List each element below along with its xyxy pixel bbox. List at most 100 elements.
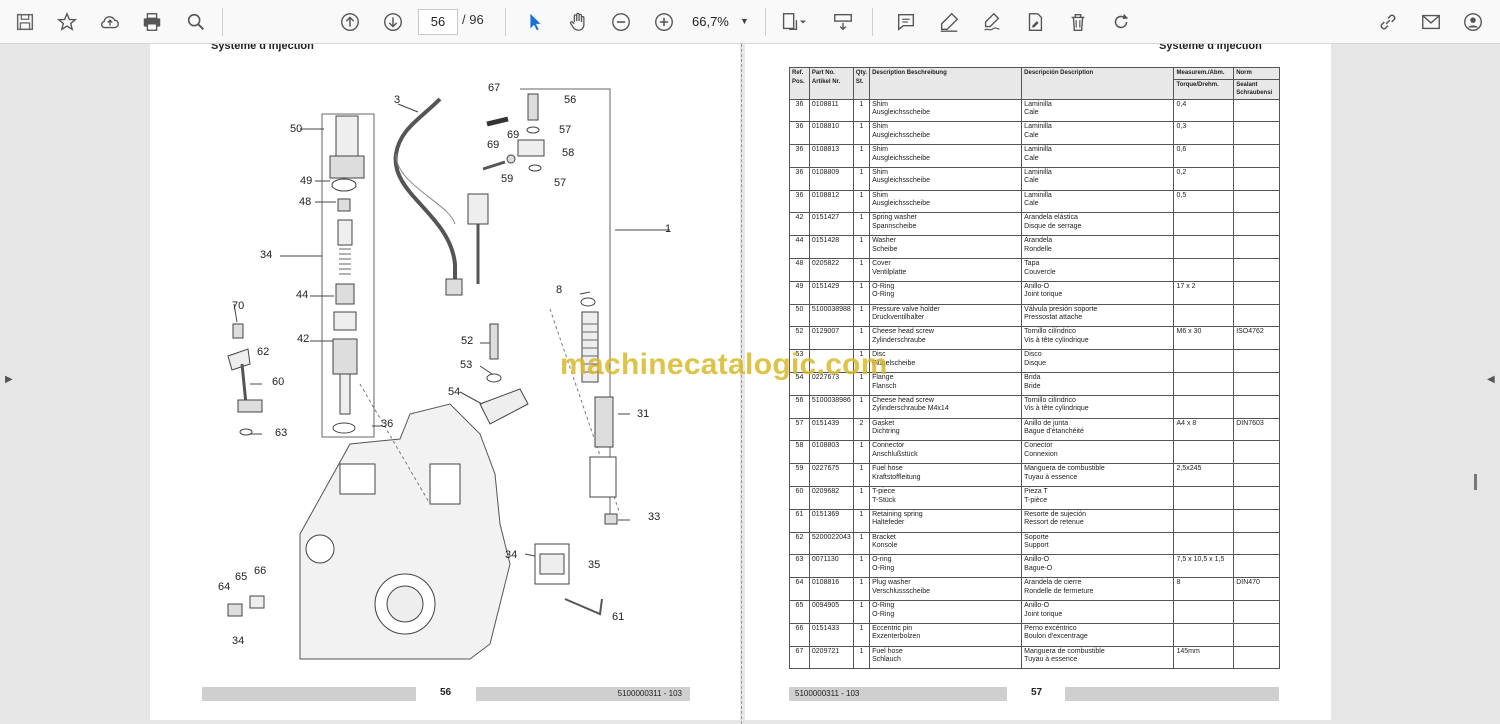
cell-description-es-line2: Tuyau à essence [1024,473,1078,481]
cell-part-no: 0108811 [808,98,854,123]
callout-label: 58 [562,147,575,159]
zoom-out-icon[interactable] [606,7,636,37]
cell-description-es: Disco Disque [1021,349,1175,374]
bookmark-star-icon[interactable] [52,7,82,37]
cell-pos: 66 [789,622,810,647]
callout-label: 50 [290,123,303,135]
cell-description-en: O-ring O-Ring [869,554,1023,579]
cell-norm [1233,600,1280,624]
cell-qty: 1 [852,121,871,146]
cell-description-en-line1: Cheese head screw [872,396,934,404]
cell-description-en-line1: Connector [872,442,905,450]
cell-description-en-line1: Fuel hose [872,647,903,655]
cell-description-en: Disc Flügelscheibe [869,349,1023,374]
comment-icon[interactable] [891,7,921,37]
cell-description-es: Brida Bride [1021,372,1175,396]
upload-cloud-icon[interactable] [95,7,125,37]
cell-pos: 59 [789,463,810,488]
fit-dropdown-icon[interactable] [797,7,809,37]
page-number: 56 [440,687,452,698]
zoom-in-icon[interactable] [649,7,679,37]
cell-qty: 1 [852,166,871,191]
highlight-pen-icon[interactable] [934,7,964,37]
cell-norm [1233,554,1280,579]
share-link-icon[interactable] [1373,7,1403,37]
cell-description-es-line1: Arandela de cierre [1024,579,1082,587]
table-row: 52 0129007 1 Cheese head screw Zylinderschra… [789,326,1280,351]
callout-label: 70 [232,300,245,312]
callout-label: 57 [554,177,567,189]
rotate-redo-icon[interactable] [1106,7,1136,37]
select-cursor-icon[interactable] [520,7,550,37]
cell-part-no: 0151369 [808,508,854,533]
callout-label: 64 [218,581,231,593]
callout-label: 69 [487,139,500,151]
email-icon[interactable] [1416,7,1446,37]
cell-description-es: Válvula presión soporte Pressostat attach… [1021,303,1175,328]
callout-label: 44 [296,289,309,301]
cell-description-en-line1: Shim [872,123,889,131]
zoom-dropdown-icon[interactable]: ▼ [740,16,749,26]
cell-description-es-line1: Tapa [1024,260,1040,268]
cell-pos: 52 [789,326,810,351]
hand-tool-icon[interactable] [563,7,593,37]
cell-description-en: Eccentric pin Exzenterbolzen [869,622,1023,647]
cell-description-en-line2: Konsole [872,542,898,550]
cell-qty: 1 [852,577,871,602]
cell-description-en-line1: Spring washer [872,214,917,222]
doc-code: 5100000311 - 103 [476,687,690,701]
document-viewer[interactable]: ▶ ◀ Système d'injection 3 67 56 50 69 69… [0,44,1500,724]
cell-qty: 1 [852,645,871,670]
cell-description-es-line1: Válvula presión soporte [1024,305,1098,313]
cell-part-no: 0108812 [808,189,854,214]
cell-measure [1173,394,1235,419]
col-torque: Torque/Drehm. [1173,78,1235,100]
right-panel-toggle-icon[interactable]: ◀ [1487,374,1495,385]
cell-pos: 65 [789,600,810,624]
cell-part-no: 0071130 [808,554,854,579]
cell-description-en-line2: Ausgleichsscheibe [872,200,931,208]
draw-signature-icon[interactable] [977,7,1007,37]
fill-sign-icon[interactable] [1020,7,1050,37]
cell-norm [1233,144,1280,168]
cell-description-en-line2: Exzenterbolzen [872,633,921,641]
previous-page-icon[interactable] [335,7,365,37]
delete-trash-icon[interactable] [1063,7,1093,37]
save-icon[interactable] [10,7,40,37]
cell-description-es-line1: Laminilla [1024,146,1052,154]
cell-part-no: 0108810 [808,121,854,146]
cell-description-es-line1: Arandela [1024,237,1053,245]
col-measure: Measurem./Abm. [1173,67,1235,80]
cell-description-en: O-Ring O-Ring [869,600,1023,624]
cell-pos: 57 [789,417,810,442]
scroll-mode-icon[interactable] [828,7,858,37]
cell-pos: 64 [789,577,810,602]
cell-part-no: 5100038986 [808,394,854,419]
cell-description-es-line2: Couvercle [1024,268,1056,276]
next-page-icon[interactable] [378,7,408,37]
cell-qty: 1 [852,326,871,351]
zoom-search-icon[interactable] [181,7,211,37]
cell-description-en: Bracket Konsole [869,531,1023,556]
table-row: 36 0108813 1 Shim Ausgleichsscheibe Laminilla… [789,144,1280,168]
cell-description-en: T-piece T-Stück [869,486,1023,510]
print-icon[interactable] [137,7,167,37]
cell-pos: 50 [789,303,810,328]
left-panel-toggle-icon[interactable]: ▶ [5,374,13,385]
cell-description-es-line2: Disque [1024,359,1046,367]
cell-description-en: Plug washer Verschlussscheibe [869,577,1023,602]
cell-description-es: Arandela de cierre Rondelle de fermeture [1021,577,1175,602]
cell-description-en-line2: Verschlussscheibe [872,587,931,595]
account-user-icon[interactable] [1458,7,1488,37]
callout-label: 57 [559,124,572,136]
table-row: 50 5100038988 1 Pressure valve holder Druckv… [789,303,1280,328]
table-row: 48 0205822 1 Cover Ventilplatte Tapa Couvercle [789,258,1280,282]
cell-qty: 2 [852,417,871,442]
cell-description-en: Shim Ausgleichsscheibe [869,98,1023,123]
page-number-input[interactable]: 56 [418,9,458,35]
cell-description-es-line1: Anillo-O [1024,602,1050,610]
cell-description-en: Fuel hose Kraftstoffleitung [869,463,1023,488]
cell-description-es-line1: Manguera de combustible [1024,647,1105,655]
scrollbar-thumb[interactable] [1474,474,1477,490]
callout-label: 35 [588,559,601,571]
